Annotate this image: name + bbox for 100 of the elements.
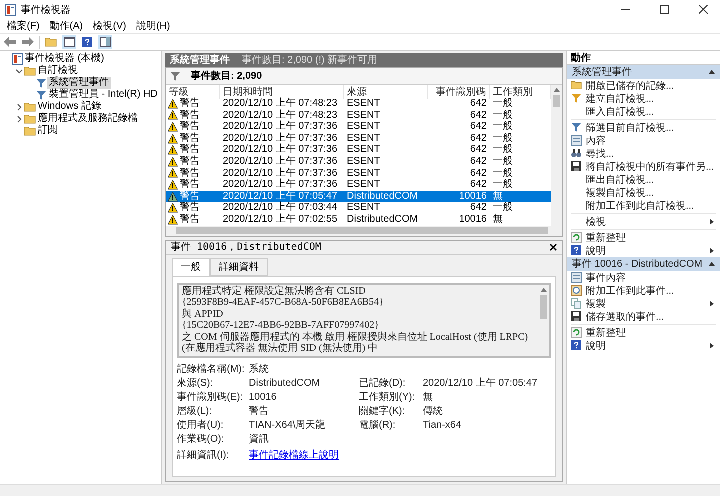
field-label: 關鍵字(K):: [359, 406, 406, 418]
folder-icon: [24, 66, 36, 76]
action-item[interactable]: 重新整理: [567, 326, 720, 339]
event-row[interactable]: 警告 2020/12/10 上午 07:37:36 ESENT 642 一般: [166, 121, 551, 133]
horizontal-scrollbar[interactable]: [166, 226, 562, 236]
action-item[interactable]: 附加工作到此自訂檢視...: [567, 199, 720, 212]
field-value: 系統: [249, 364, 270, 376]
vertical-scrollbar[interactable]: [551, 85, 562, 226]
action-item[interactable]: 匯入自訂檢視...: [567, 105, 720, 118]
field-label: 作業碼(O):: [177, 434, 226, 446]
table-cell-text: 2020/12/10 上午 07:37:36: [222, 179, 339, 191]
console-tree-button[interactable]: [62, 35, 76, 49]
table-cell-text: ESENT: [346, 121, 382, 133]
description-text: 之 COM 伺服器應用程式的 本機 啟用 權限授與來自位址 LocalHost (使用 LRPC) (在應用程式容器 無法使用 SID (無法使用) 中: [182, 332, 530, 355]
tree-item[interactable]: 應用程式及服務記錄檔: [36, 113, 140, 125]
warning-icon: [168, 203, 178, 214]
column-header[interactable]: 來源: [344, 85, 428, 99]
action-item[interactable]: 檢視: [567, 215, 720, 228]
column-header[interactable]: 事件識別碼: [428, 85, 490, 99]
help-button[interactable]: [80, 35, 94, 49]
tree-item[interactable]: 自訂檢視: [36, 65, 80, 77]
table-cell-text: 642: [469, 110, 488, 122]
warning-icon: [168, 214, 178, 225]
scrollbar-thumb[interactable]: [540, 294, 547, 319]
event-row[interactable]: 警告 2020/12/10 上午 07:48:23 ESENT 642 一般: [166, 98, 551, 110]
refresh-icon: [571, 232, 582, 243]
scrollbar-thumb[interactable]: [176, 227, 548, 234]
event-row[interactable]: 警告 2020/12/10 上午 07:03:44 ESENT 642 一般: [166, 202, 551, 214]
section-header[interactable]: 系統管理事件: [567, 65, 720, 79]
action-item[interactable]: 尋找...: [567, 147, 720, 160]
action-item[interactable]: 篩選目前自訂檢視...: [567, 121, 720, 134]
action-item[interactable]: 附加工作到此事件...: [567, 284, 720, 297]
warning-icon: [168, 180, 178, 190]
action-item[interactable]: 開啟已儲存的記錄...: [567, 79, 720, 92]
properties-icon: [571, 272, 582, 283]
tree-item[interactable]: Windows 記錄: [36, 101, 104, 113]
event-row[interactable]: 警告 2020/12/10 上午 07:37:36 ESENT 642 一般: [166, 144, 551, 156]
event-row[interactable]: 警告 2020/12/10 上午 07:37:36 ESENT 642 一般: [166, 156, 551, 168]
table-cell-text: ESENT: [346, 202, 382, 214]
action-item[interactable]: 事件內容: [567, 271, 720, 284]
tab[interactable]: 一般: [172, 258, 210, 276]
table-cell-text: 無: [492, 214, 504, 226]
event-row[interactable]: 警告 2020/12/10 上午 07:37:36 ESENT 642 一般: [166, 168, 551, 180]
submenu-arrow-icon: [709, 342, 715, 348]
column-header[interactable]: 等級: [166, 85, 220, 99]
folder-icon: [24, 102, 36, 112]
field-value: TIAN-X64\周天龍: [249, 420, 327, 432]
field-label: 來源(S):: [177, 378, 214, 390]
scrollbar-thumb[interactable]: [553, 95, 560, 107]
column-header[interactable]: 日期和時間: [220, 85, 344, 99]
tab[interactable]: 詳細資料: [210, 258, 268, 276]
collapse-icon: [709, 69, 715, 75]
funnel-icon: [170, 70, 181, 82]
forward-button[interactable]: [21, 35, 35, 49]
menu-item[interactable]: 檢視(V): [88, 19, 132, 33]
table-cell-text: ESENT: [346, 168, 382, 180]
action-item[interactable]: 建立自訂檢視...: [567, 92, 720, 105]
tree-item[interactable]: 事件檢視器 (本機): [23, 53, 106, 65]
action-item[interactable]: 儲存選取的事件...: [567, 310, 720, 323]
help-link[interactable]: 事件記錄檔線上說明: [249, 450, 339, 462]
action-item[interactable]: 複製: [567, 297, 720, 310]
table-cell-text: 2020/12/10 上午 07:02:55: [222, 214, 339, 226]
table-cell-text: 642: [469, 156, 488, 168]
event-count-notice: 事件數目: 2,090 (!) 新事件可用: [242, 54, 378, 67]
action-item[interactable]: 說明: [567, 339, 720, 352]
tree-item[interactable]: 系統管理事件: [47, 77, 111, 89]
event-row[interactable]: 警告 2020/12/10 上午 07:48:23 ESENT 642 一般: [166, 110, 551, 122]
help-icon: [571, 245, 582, 256]
event-row[interactable]: 警告 2020/12/10 上午 07:37:36 ESENT 642 一般: [166, 179, 551, 191]
action-item[interactable]: 將自訂檢視中的所有事件另...: [567, 160, 720, 173]
section-header[interactable]: 事件 10016 - DistributedCOM: [567, 257, 720, 271]
table-cell-text: 警告: [180, 144, 200, 156]
table-cell-text: 10016: [458, 190, 488, 202]
tree-item[interactable]: 裝置管理員 - Intel(R) HD: [47, 89, 160, 101]
action-item[interactable]: 說明: [567, 244, 720, 257]
submenu-arrow-icon: [709, 248, 715, 254]
menu-item[interactable]: 說明(H): [131, 19, 176, 33]
event-row[interactable]: 警告 2020/12/10 上午 07:05:47 DistributedCOM 10016 無: [166, 190, 551, 202]
field-label: 記錄檔名稱(M):: [177, 364, 246, 376]
field-value: 警告: [249, 406, 270, 418]
menu-item[interactable]: 檔案(F): [2, 19, 45, 33]
field-value: 傳統: [423, 406, 444, 418]
menu-item[interactable]: 動作(A): [44, 19, 88, 33]
table-cell-text: 警告: [180, 98, 200, 110]
action-item[interactable]: 內容: [567, 134, 720, 147]
action-item[interactable]: 匯出自訂檢視...: [567, 173, 720, 186]
table-cell-text: 642: [469, 121, 488, 133]
action-item[interactable]: 重新整理: [567, 231, 720, 244]
close-icon[interactable]: [550, 244, 557, 251]
action-item[interactable]: 複製自訂檢視...: [567, 186, 720, 199]
detail-title: 事件 10016，DistributedCOM: [171, 240, 322, 254]
field-label: 層級(L):: [177, 406, 213, 418]
back-button[interactable]: [3, 35, 17, 49]
event-row[interactable]: 警告 2020/12/10 上午 07:02:55 DistributedCOM 10016 無: [166, 214, 551, 226]
panel-title: 系統管理事件: [170, 54, 230, 67]
event-row[interactable]: 警告 2020/12/10 上午 07:37:36 ESENT 642 一般: [166, 132, 551, 144]
app-icon: [5, 4, 16, 16]
table-cell-text: 一般: [492, 168, 514, 179]
action-pane-button[interactable]: [98, 35, 112, 49]
tree-item[interactable]: 訂閱: [36, 125, 60, 137]
